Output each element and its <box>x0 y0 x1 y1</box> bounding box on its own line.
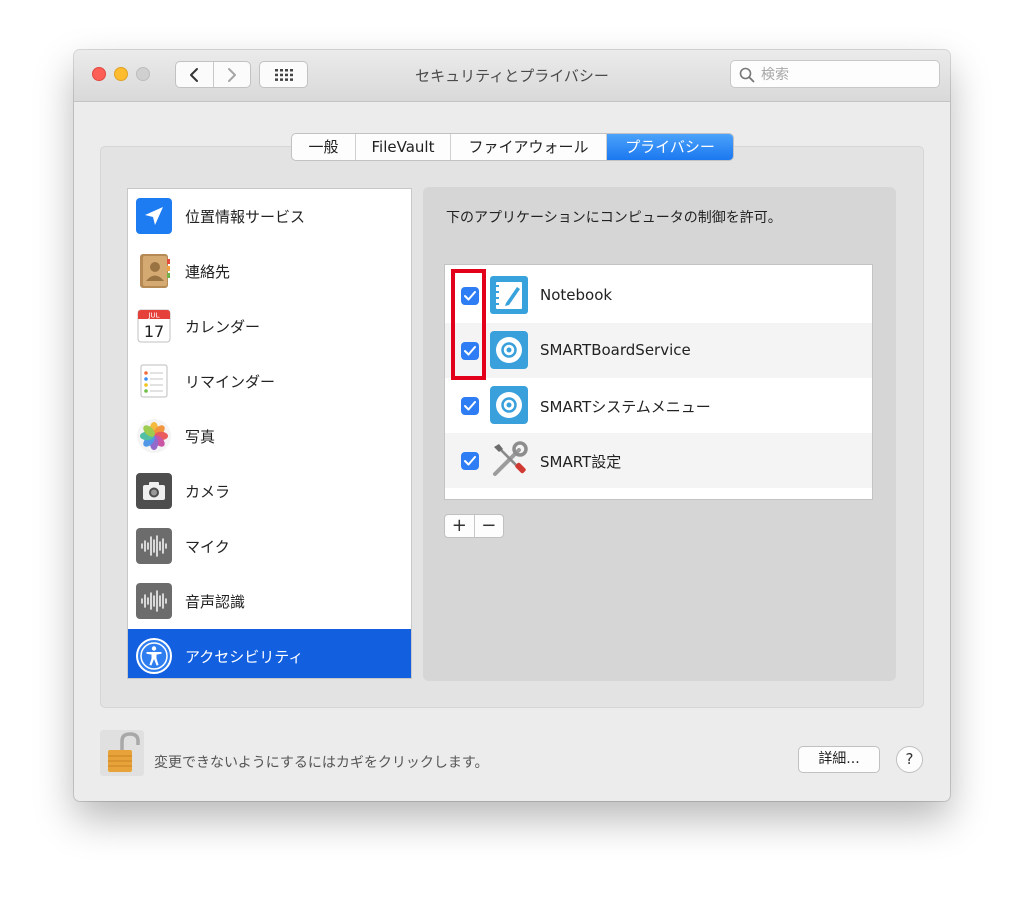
photos-icon <box>137 419 171 453</box>
microphone-waveform-icon <box>136 528 172 564</box>
sidebar-item-speech-recognition[interactable]: 音声認識 <box>128 574 411 629</box>
app-checkbox-smart-system-menu[interactable] <box>461 397 479 415</box>
checkmark-icon <box>464 456 476 466</box>
table-row: Notebook <box>445 268 872 323</box>
tab-firewall[interactable]: ファイアウォール <box>451 134 607 160</box>
search-field[interactable] <box>730 60 940 88</box>
tab-filevault[interactable]: FileVault <box>356 134 451 160</box>
table-row: SMARTシステムメニュー <box>445 378 872 433</box>
tab-privacy[interactable]: プライバシー <box>607 134 733 160</box>
sidebar-item-label: リマインダー <box>185 373 276 391</box>
sidebar-item-label: 音声認識 <box>185 593 246 611</box>
calendar-day: 17 <box>144 322 164 341</box>
add-remove-control: + − <box>444 514 504 538</box>
advanced-button[interactable]: 詳細... <box>798 746 880 773</box>
app-list: Notebook SMARTBoardService SMARTシステムメニュー… <box>444 264 873 500</box>
sidebar-item-calendar[interactable]: JUL 17 カレンダー <box>128 299 411 354</box>
title-bar: セキュリティとプライバシー <box>74 50 950 102</box>
app-checkbox-notebook[interactable] <box>461 287 479 305</box>
sidebar-item-label: 連絡先 <box>185 263 231 281</box>
table-row: SMARTBoardService <box>445 323 872 378</box>
sidebar-item-label: カメラ <box>185 483 231 501</box>
notebook-icon <box>490 276 528 314</box>
app-checkbox-smartboardservice[interactable] <box>461 342 479 360</box>
smart-system-icon <box>490 386 528 424</box>
sidebar-item-reminders[interactable]: リマインダー <box>128 354 411 409</box>
instruction-text: 下のアプリケーションにコンピュータの制御を許可。 <box>446 210 782 226</box>
remove-app-button[interactable]: − <box>475 515 504 537</box>
sidebar-item-label: 写真 <box>185 428 216 446</box>
detail-pane: 下のアプリケーションにコンピュータの制御を許可。 Notebook SMARTB… <box>423 187 896 681</box>
camera-icon <box>136 473 172 509</box>
checkmark-icon <box>464 346 476 356</box>
preferences-window: セキュリティとプライバシー 一般 FileVault ファイアウォール プライバ… <box>74 50 950 801</box>
app-name: SMART設定 <box>540 453 622 471</box>
sidebar-item-microphone[interactable]: マイク <box>128 519 411 574</box>
add-app-button[interactable]: + <box>445 515 475 537</box>
tab-general[interactable]: 一般 <box>292 134 356 160</box>
app-name: SMARTBoardService <box>540 341 691 359</box>
app-name: Notebook <box>540 286 613 304</box>
sidebar-item-label: 位置情報サービス <box>185 208 306 226</box>
smart-board-icon <box>490 331 528 369</box>
checkmark-icon <box>464 401 476 411</box>
sidebar-item-contacts[interactable]: 連絡先 <box>128 244 411 299</box>
speech-waveform-icon <box>136 583 172 619</box>
table-row: SMART設定 <box>445 433 872 488</box>
app-checkbox-smart-settings[interactable] <box>461 452 479 470</box>
sidebar-item-label: マイク <box>185 538 230 556</box>
contacts-book-icon <box>140 254 170 288</box>
sidebar-item-label: アクセシビリティ <box>185 648 304 666</box>
lock-open-icon[interactable] <box>100 730 144 776</box>
sidebar-item-camera[interactable]: カメラ <box>128 464 411 519</box>
sidebar-item-accessibility[interactable]: アクセシビリティ <box>128 629 411 678</box>
tab-bar: 一般 FileVault ファイアウォール プライバシー <box>291 133 734 161</box>
app-name: SMARTシステムメニュー <box>540 398 711 416</box>
reminders-icon <box>140 364 168 398</box>
sidebar-item-photos[interactable]: 写真 <box>128 409 411 464</box>
location-arrow-icon <box>136 198 172 234</box>
accessibility-icon <box>136 638 172 674</box>
calendar-month: JUL <box>147 312 159 320</box>
sidebar-item-location-services[interactable]: 位置情報サービス <box>128 189 411 244</box>
tools-icon <box>493 441 528 476</box>
lock-description: 変更できないようにするにはカギをクリックします。 <box>154 755 489 771</box>
sidebar-item-label: カレンダー <box>185 318 261 336</box>
search-input[interactable] <box>759 65 933 85</box>
calendar-icon: JUL 17 <box>137 309 171 343</box>
search-icon <box>739 67 755 83</box>
help-button[interactable]: ? <box>896 746 923 773</box>
privacy-category-list: 位置情報サービス 連絡先 JUL 17 カレンダー リマインダー 写真 カメラ … <box>127 188 412 679</box>
checkmark-icon <box>464 291 476 301</box>
